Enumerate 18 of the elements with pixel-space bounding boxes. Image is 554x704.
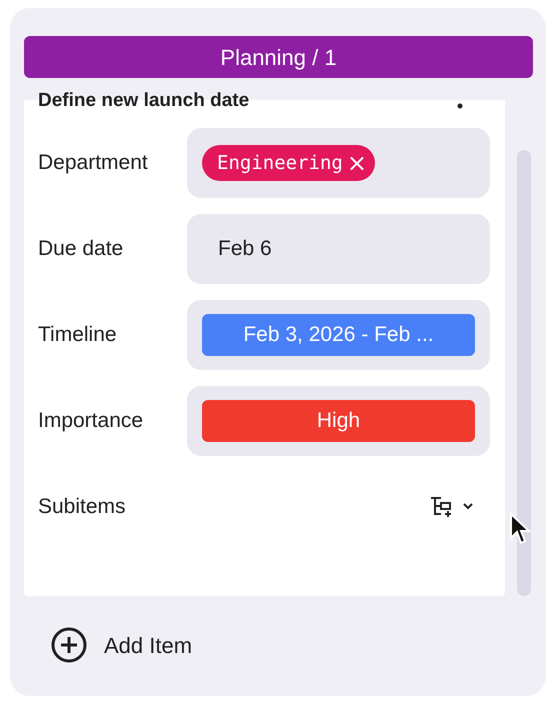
field-label: Subitems [38, 494, 127, 520]
field-label: Due date [38, 236, 124, 262]
department-tag[interactable]: Engineering × [202, 144, 375, 182]
field-label: Timeline [38, 322, 118, 348]
field-label: Department [38, 150, 149, 176]
plus-circle-icon [50, 626, 88, 664]
scrollbar[interactable] [517, 150, 531, 596]
add-item-button[interactable]: Add Item [50, 626, 192, 664]
item-title: Define new launch date [38, 90, 250, 112]
cursor-icon [509, 512, 531, 546]
remove-icon[interactable]: × [346, 151, 367, 175]
date-value[interactable]: Feb 6 [202, 233, 272, 265]
field-label: Importance [38, 408, 144, 434]
more-icon[interactable] [457, 103, 463, 109]
department-field[interactable]: Engineering × [187, 128, 490, 198]
status-pill[interactable]: High [202, 400, 475, 442]
group-header[interactable]: Planning / 1 [24, 36, 533, 78]
timeline-pill[interactable]: Feb 3, 2026 - Feb ... [202, 314, 475, 356]
